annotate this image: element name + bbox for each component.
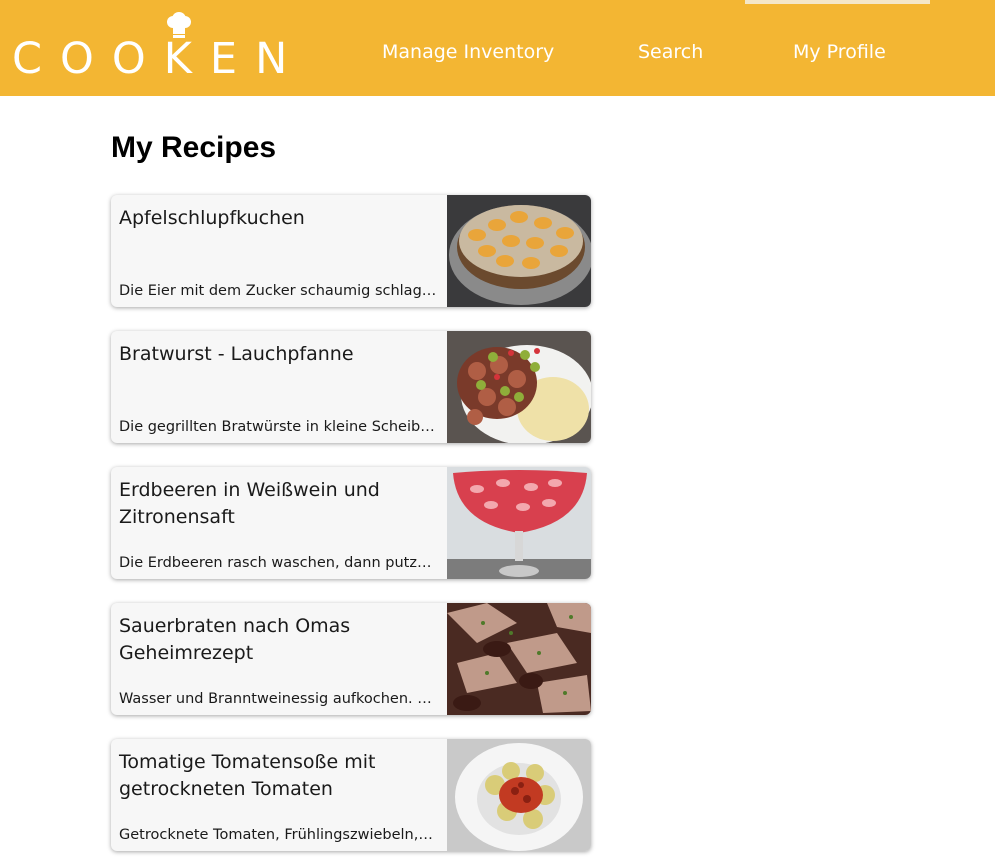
tortellini-tomato-photo-icon [447, 739, 591, 851]
recipe-title: Bratwurst - Lauchpfanne [119, 343, 354, 365]
recipe-title: Erdbeeren in Weißwein und Zitronensaft [119, 479, 380, 528]
strawberry-wine-photo-icon [447, 467, 591, 579]
cooken-logo[interactable]: COOKEN [12, 12, 292, 82]
recipe-card[interactable]: Tomatige Tomatensoße mit getrockneten To… [111, 739, 591, 851]
recipe-card[interactable]: Erdbeeren in Weißwein und Zitronensaft D… [111, 467, 591, 579]
recipe-image [447, 195, 591, 307]
nav-manage-inventory[interactable]: Manage Inventory [382, 41, 554, 63]
recipe-description: Die gegrillten Bratwürste in kleine Sche… [119, 419, 437, 435]
recipe-description: Die Erdbeeren rasch waschen, dann putzen… [119, 555, 437, 571]
recipe-title: Tomatige Tomatensoße mit getrockneten To… [119, 751, 376, 800]
nav-search[interactable]: Search [638, 41, 703, 63]
recipe-image [447, 467, 591, 579]
sauerbraten-photo-icon [447, 603, 591, 715]
logo-text: COOKEN [12, 34, 306, 84]
recipe-image [447, 331, 591, 443]
top-navbar: COOKEN Manage Inventory Search My Profil… [0, 0, 995, 96]
recipe-description: Getrocknete Tomaten, Frühlingszwiebeln, … [119, 827, 437, 843]
recipe-title: Sauerbraten nach Omas Geheimrezept [119, 615, 351, 664]
recipe-description: Die Eier mit dem Zucker schaumig schlage… [119, 283, 437, 299]
bratwurst-photo-icon [447, 331, 591, 443]
recipe-description: Wasser und Branntweinessig aufkochen. Zw… [119, 691, 437, 707]
recipe-image [447, 603, 591, 715]
active-nav-indicator [745, 0, 930, 4]
recipe-card[interactable]: Apfelschlupfkuchen Die Eier mit dem Zuck… [111, 195, 591, 307]
recipe-title: Apfelschlupfkuchen [119, 207, 305, 229]
apple-cake-photo-icon [447, 195, 591, 307]
recipe-list: Apfelschlupfkuchen Die Eier mit dem Zuck… [111, 195, 591, 866]
chef-hat-icon [167, 12, 191, 38]
recipe-card[interactable]: Sauerbraten nach Omas Geheimrezept Wasse… [111, 603, 591, 715]
page-title: My Recipes [111, 131, 277, 164]
nav-my-profile[interactable]: My Profile [793, 41, 886, 63]
recipe-image [447, 739, 591, 851]
recipe-card[interactable]: Bratwurst - Lauchpfanne Die gegrillten B… [111, 331, 591, 443]
